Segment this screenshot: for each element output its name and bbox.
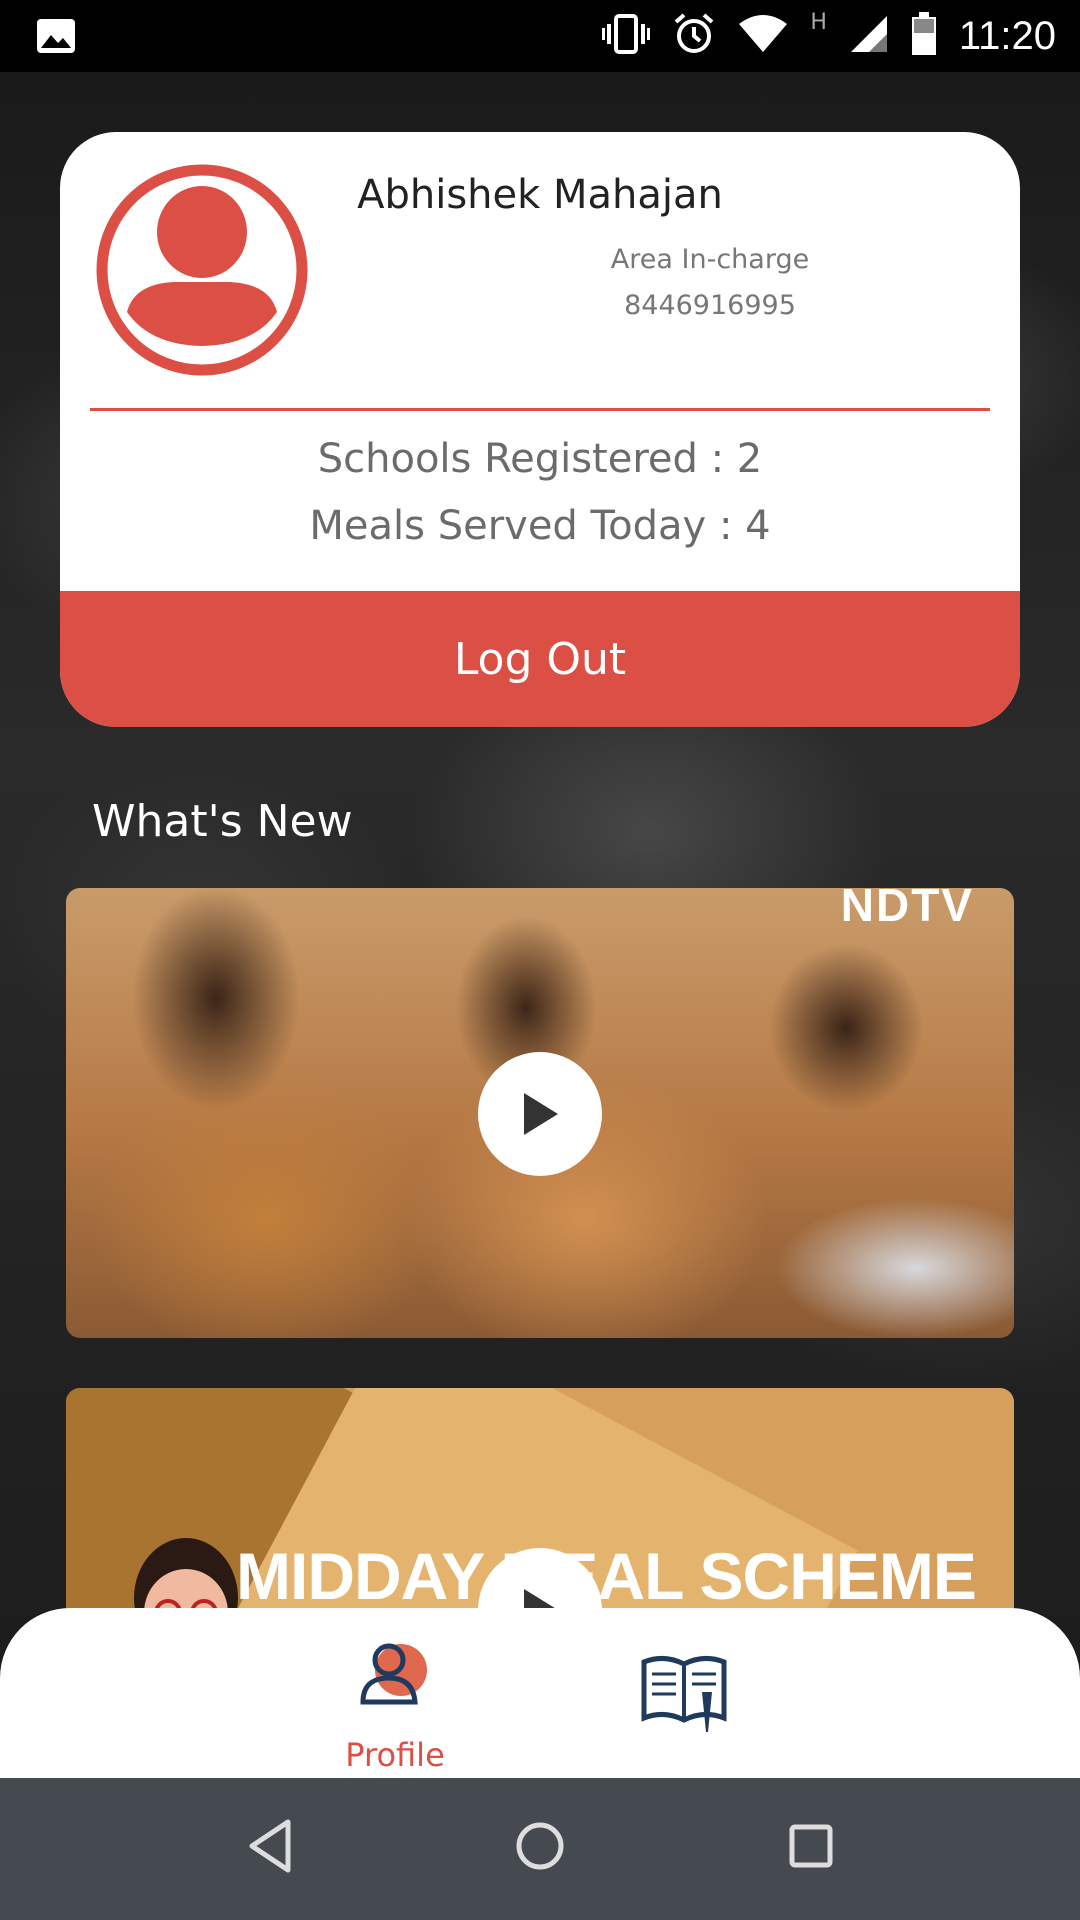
whats-new-heading: What's New: [92, 796, 353, 847]
video-title: MIDDAY MEAL SCHEME: [236, 1539, 977, 1613]
play-button[interactable]: [478, 1052, 602, 1176]
home-icon[interactable]: [514, 1818, 566, 1878]
system-navigation-bar: [0, 1778, 1080, 1920]
vibrate-icon: [602, 12, 651, 60]
status-bar: H 11:20: [0, 0, 1080, 72]
nav-item-profile[interactable]: Profile: [330, 1634, 460, 1774]
video-watermark: NDTV: [840, 888, 974, 931]
user-name: Abhishek Mahajan: [357, 172, 723, 218]
recents-icon[interactable]: [786, 1818, 836, 1878]
back-icon[interactable]: [246, 1818, 294, 1878]
profile-card: Abhishek Mahajan Area In-charge 84469169…: [60, 132, 1020, 727]
user-role: Area In-charge: [610, 244, 810, 275]
divider: [90, 408, 990, 411]
clock: 11:20: [958, 13, 1056, 58]
meals-served-stat: Meals Served Today : 4: [309, 503, 771, 549]
nav-label-profile: Profile: [345, 1736, 445, 1774]
image-icon: [36, 18, 76, 58]
bottom-navigation: Profile: [0, 1608, 1080, 1778]
user-phone: 8446916995: [624, 290, 796, 321]
nav-item-learn[interactable]: [640, 1652, 728, 1736]
logout-button[interactable]: Log Out: [60, 591, 1020, 727]
alarm-icon: [672, 12, 716, 60]
play-icon: [524, 1093, 558, 1135]
schools-registered-stat: Schools Registered : 2: [317, 436, 763, 482]
signal-icon: [849, 14, 889, 58]
video-card-1[interactable]: NDTV: [66, 888, 1014, 1338]
book-icon: [641, 1656, 727, 1732]
profile-icon: [360, 1643, 427, 1705]
battery-icon: [911, 12, 937, 60]
wifi-icon: [738, 14, 788, 58]
network-type-label: H: [810, 9, 827, 35]
